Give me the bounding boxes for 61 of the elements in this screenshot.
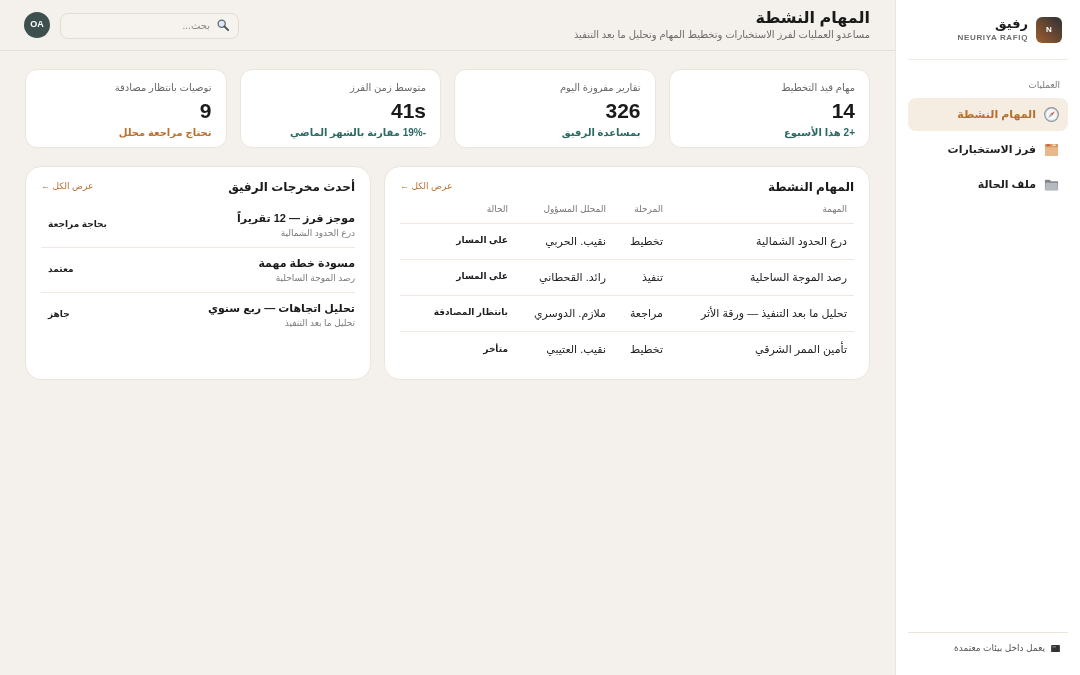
nav-item[interactable]: ملف الحالة [908, 168, 1068, 201]
output-title: موجز فرز — 12 تقريراً [237, 210, 355, 226]
column-header: المهمة [670, 197, 854, 223]
folder-icon [1044, 177, 1059, 192]
panel-title: أحدث مخرجات الرفيق [228, 178, 355, 196]
table-cell: تحليل ما بعد التنفيذ — ورقة الأثر [670, 295, 854, 331]
column-header: الحالة [400, 197, 515, 223]
view-all-link[interactable]: عرض الكل ← [41, 180, 94, 194]
status-text: على المسار [400, 223, 515, 259]
app-logo: N [1036, 16, 1062, 43]
section-label: العمليات [1028, 79, 1060, 92]
status-text: متأخر [400, 331, 515, 367]
table-cell: مراجعة [613, 295, 670, 331]
output-status: بحاجة مراجعة [48, 218, 107, 232]
table-cell: تأمين الممر الشرقي [670, 331, 854, 367]
table-cell: تنفيذ [613, 259, 670, 295]
column-header: المرحلة [613, 197, 670, 223]
brand-name: رفيق [994, 16, 1028, 32]
table-cell: ملازم. الدوسري [515, 295, 613, 331]
output-subtitle: تحليل ما بعد التنفيذ [284, 317, 355, 330]
panel-title: المهام النشطة [768, 179, 854, 196]
page-title: المهام النشطة [755, 8, 870, 28]
search-icon [217, 19, 229, 31]
page-subtitle: مساعدو العمليات لفرز الاستخبارات وتخطيط المهام وتحليل ما بعد التنفيذ [573, 28, 870, 42]
output-subtitle: درع الحدود الشمالية [280, 227, 355, 240]
table-cell: نقيب. العتيبي [515, 331, 613, 367]
output-title: مسودة خطة مهمة [258, 256, 355, 271]
user-avatar[interactable]: OA [24, 12, 50, 38]
column-header: المحلل المسؤول [515, 197, 613, 223]
stat-label: متوسط زمن الفرز [350, 81, 426, 95]
table-cell: رائد. القحطاني [515, 259, 613, 295]
stat-label: توصيات بانتظار مصادقة [114, 81, 212, 95]
output-status: معتمد [48, 263, 74, 277]
footer-text: يعمل داخل بيئات معتمدة [954, 642, 1045, 655]
table-cell: درع الحدود الشمالية [670, 223, 854, 259]
stat-note: بمساعدة الرفيق [561, 126, 641, 140]
brand-subtitle: NEURIYA RAFIQ [957, 32, 1028, 43]
stat-label: مهام قيد التخطيط [781, 81, 855, 95]
view-all-link[interactable]: عرض الكل ← [400, 180, 453, 194]
stat-note: -19% مقارنة بالشهر الماضي [289, 126, 426, 140]
stat-value: 326 [605, 98, 641, 124]
table-cell: نقيب. الحربي [515, 223, 613, 259]
card-icon [1051, 644, 1060, 652]
stat-value: 41s [390, 98, 426, 124]
table-cell: رصد الموجة الساحلية [670, 259, 854, 295]
output-status: جاهز [48, 308, 70, 322]
stat-note: +2 هذا الأسبوع [784, 126, 855, 140]
box-icon [1044, 142, 1059, 157]
stat-note: تحتاج مراجعة محلل [118, 126, 212, 140]
search-field[interactable]: بحث... [60, 12, 239, 39]
compass-icon [1044, 107, 1059, 122]
output-title: تحليل اتجاهات — ربع سنوي [207, 301, 355, 316]
stat-value: 9 [199, 98, 212, 124]
nav-item[interactable]: فرز الاستخبارات [908, 133, 1068, 166]
stat-value: 14 [831, 98, 855, 124]
stat-label: تقارير مفروزة اليوم [559, 81, 641, 95]
status-text: على المسار [400, 259, 515, 295]
table-cell: تخطيط [613, 223, 670, 259]
output-subtitle: رصد الموجة الساحلية [275, 272, 355, 285]
table-cell: تخطيط [613, 331, 670, 367]
status-text: بانتظار المصادقة [400, 295, 515, 331]
